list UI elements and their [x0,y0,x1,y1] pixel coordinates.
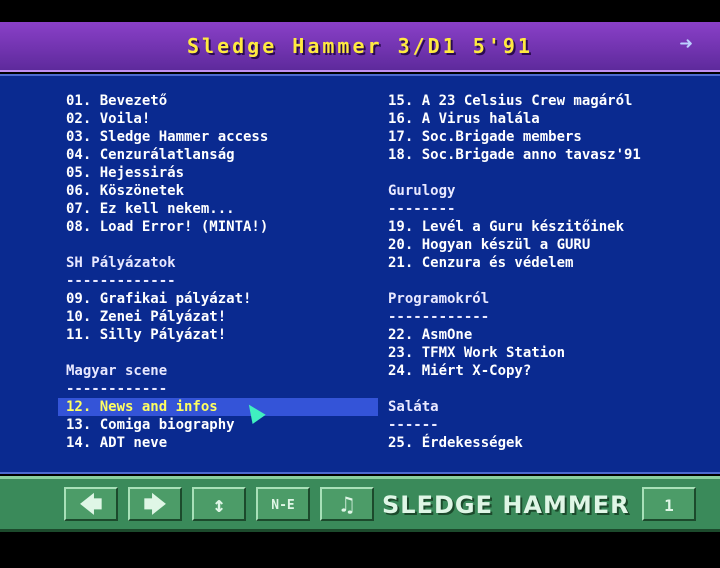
arrow-right-icon[interactable]: ➜ [672,34,700,56]
previous-page-button[interactable]: 🡄 [64,487,118,521]
menu-item[interactable]: 14. ADT neve [58,434,378,452]
next-page-button[interactable]: 🡆 [128,487,182,521]
menu-item[interactable]: 11. Silly Pályázat! [58,326,378,344]
section-divider: ------------ [66,381,168,397]
section-header: Magyar scene [66,363,168,379]
menu-item[interactable]: 18. Soc.Brigade anno tavasz'91 [380,146,710,164]
section-header: SH Pályázatok [66,255,176,271]
menu-item[interactable]: 08. Load Error! (MINTA!) [58,218,378,236]
menu-item[interactable]: 16. A Virus halála [380,110,710,128]
section-divider: -------- [388,201,456,217]
menu-item[interactable]: 10. Zenei Pályázat! [58,308,378,326]
menu-item[interactable]: 17. Soc.Brigade members [380,128,710,146]
menu-item[interactable]: 04. Cenzurálatlanság [58,146,378,164]
menu-item[interactable]: 25. Érdekességek [380,434,710,452]
magazine-title: Sledge Hammer 3/D1 5'91 [187,34,533,58]
menu-column-left: 01. Bevezető 02. Voila! 03. Sledge Hammer … [58,92,378,452]
section-divider: ------------ [388,309,490,325]
menu-item[interactable]: 03. Sledge Hammer access [58,128,378,146]
menu-item[interactable]: 06. Köszönetek [58,182,378,200]
menu-item[interactable]: 02. Voila! [58,110,378,128]
brand-logo: SLEDGE HAMMER [382,491,630,519]
menu-item[interactable]: 20. Hogyan készül a GURU [380,236,710,254]
section-divider: ------------- [66,273,176,289]
up-down-arrow-icon: ↕ [212,493,226,518]
section-header: Programokról [388,291,490,307]
menu-item[interactable]: 01. Bevezető [58,92,378,110]
menu-item[interactable]: 05. Hejessirás [58,164,378,182]
bottom-toolbar: 🡄 🡆 ↕ N-E ♫ SLEDGE HAMMER 1 [0,476,720,532]
menu-item[interactable]: 23. TFMX Work Station [380,344,710,362]
menu-item[interactable]: 07. Ez kell nekem... [58,200,378,218]
title-bar: Sledge Hammer 3/D1 5'91 ➜ [0,22,720,72]
menu-item[interactable]: 24. Miért X-Copy? [380,362,710,380]
arrow-left-icon: 🡄 [79,493,103,518]
section-header: Gurulogy [388,183,456,199]
menu-column-right: 15. A 23 Celsius Crew magáról 16. A Virus… [380,92,710,452]
menu-item[interactable]: 21. Cenzura és védelem [380,254,710,272]
music-button[interactable]: ♫ [320,487,374,521]
menu-item[interactable]: 12. News and infos [58,398,378,416]
arrow-right-icon: 🡆 [143,493,167,518]
page-number: 1 [642,487,696,521]
section-header: Saláta [388,399,439,415]
menu-item[interactable]: 09. Grafikai pályázat! [58,290,378,308]
scroll-button[interactable]: ↕ [192,487,246,521]
section-divider: ------ [388,417,439,433]
article-menu: 01. Bevezető 02. Voila! 03. Sledge Hammer … [0,74,720,474]
ne-button[interactable]: N-E [256,487,310,521]
menu-item[interactable]: 19. Levél a Guru készitőinek [380,218,710,236]
menu-item[interactable]: 15. A 23 Celsius Crew magáról [380,92,710,110]
menu-item[interactable]: 13. Comiga biography [58,416,378,434]
menu-item[interactable]: 22. AsmOne [380,326,710,344]
music-note-icon: ♫ [340,493,354,518]
